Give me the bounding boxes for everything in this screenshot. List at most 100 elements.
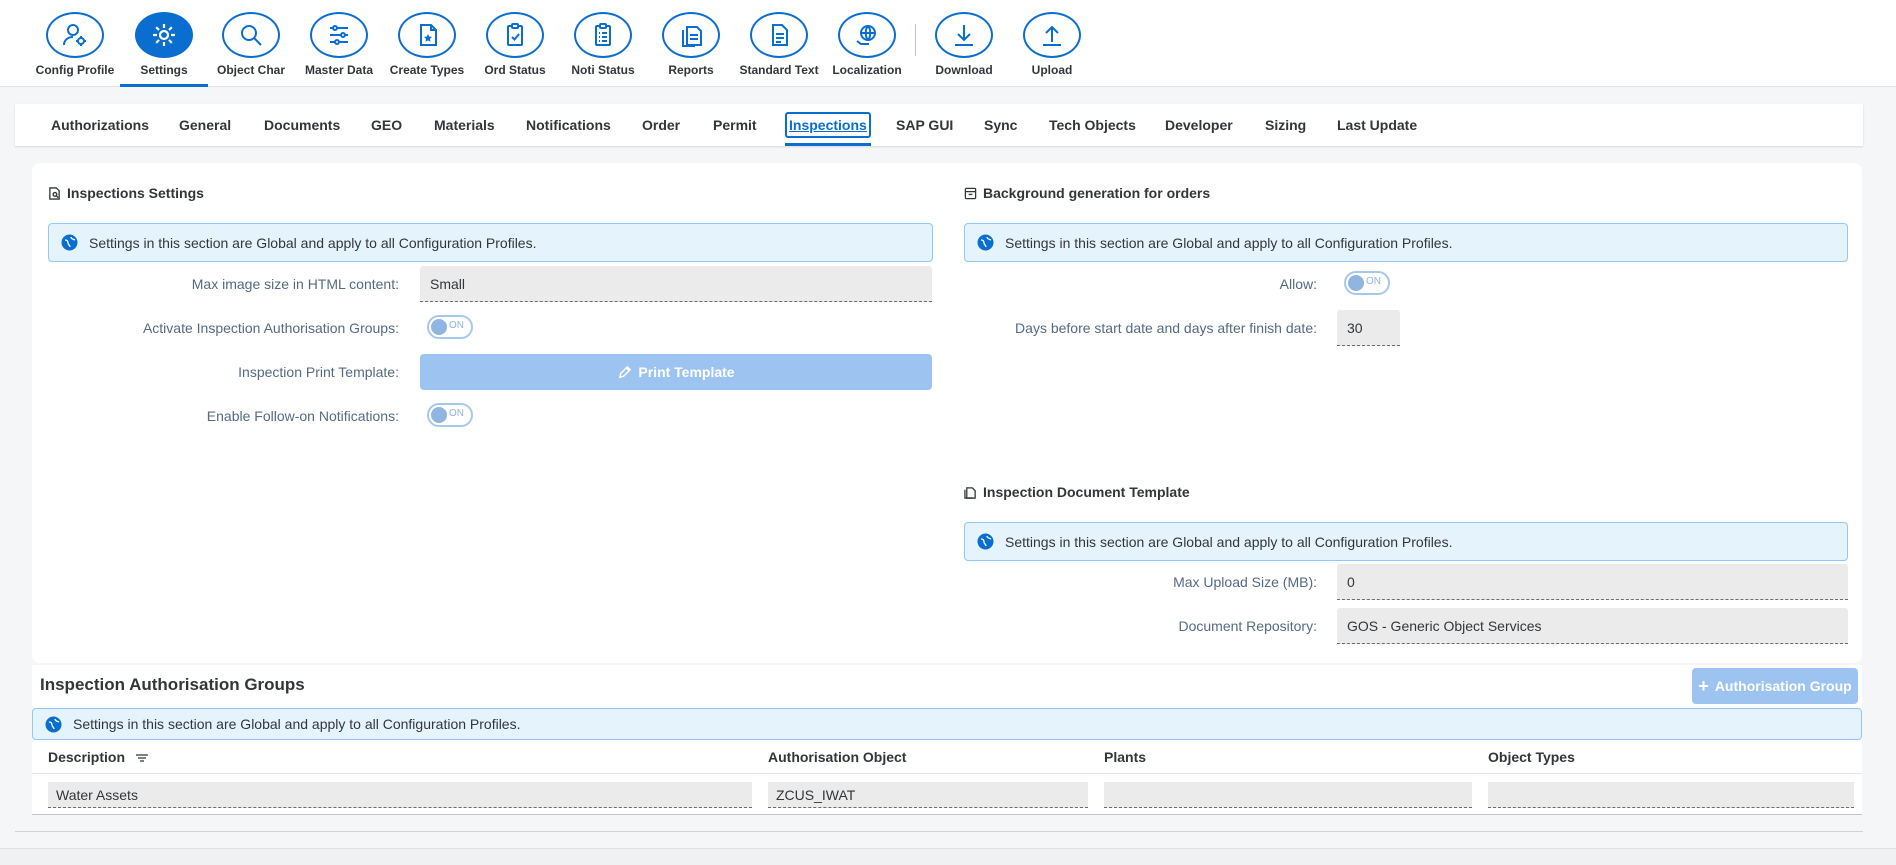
- tab-sizing[interactable]: Sizing: [1265, 104, 1306, 146]
- tab-geo[interactable]: GEO: [371, 104, 402, 146]
- globe-icon: [61, 234, 78, 251]
- max-image-size-label: Max image size in HTML content:: [191, 276, 399, 292]
- download-icon: [935, 12, 993, 58]
- toolbar-label: Noti Status: [571, 63, 635, 77]
- tab-permit[interactable]: Permit: [713, 104, 757, 146]
- search-icon: [222, 12, 280, 58]
- top-toolbar: Config Profile Settings Object Char Mast…: [0, 0, 1896, 87]
- activate-auth-groups-toggle[interactable]: ON: [427, 315, 473, 339]
- days-before-after-input[interactable]: 30: [1337, 310, 1400, 346]
- inspections-settings-title: Inspections Settings: [48, 185, 204, 201]
- toggle-state: ON: [449, 320, 464, 331]
- max-upload-size-label: Max Upload Size (MB):: [1173, 574, 1317, 590]
- toggle-knob: [431, 407, 447, 423]
- message-text: Settings in this section are Global and …: [1005, 533, 1453, 550]
- tab-sap-gui[interactable]: SAP GUI: [896, 104, 953, 146]
- toolbar-label: Upload: [1031, 63, 1073, 77]
- tab-label: Documents: [264, 117, 341, 133]
- add-authorisation-group-button[interactable]: + Authorisation Group: [1692, 668, 1858, 704]
- message-text: Settings in this section are Global and …: [89, 234, 537, 251]
- global-info-message: Settings in this section are Global and …: [964, 223, 1848, 262]
- section-title-text: Background generation for orders: [983, 185, 1211, 201]
- column-header-plants[interactable]: Plants: [1104, 749, 1146, 765]
- sort-icon: [135, 754, 148, 762]
- background-job-icon: [964, 187, 977, 199]
- tab-last-update[interactable]: Last Update: [1337, 104, 1417, 146]
- document-repository-label: Document Repository:: [1178, 618, 1317, 634]
- tab-tech-objects[interactable]: Tech Objects: [1049, 104, 1136, 146]
- tab-notifications[interactable]: Notifications: [526, 104, 611, 146]
- toolbar-label: Config Profile: [35, 63, 115, 77]
- max-image-size-select[interactable]: Small: [420, 266, 932, 302]
- print-template-button[interactable]: Print Template: [420, 354, 932, 390]
- tab-label: General: [179, 117, 232, 133]
- table-row-divider: [32, 814, 1862, 815]
- follow-on-notifications-toggle[interactable]: ON: [427, 403, 473, 427]
- tab-sync[interactable]: Sync: [984, 104, 1017, 146]
- tab-general[interactable]: General: [179, 104, 231, 146]
- plants-input[interactable]: [1104, 782, 1472, 808]
- message-text: Settings in this section are Global and …: [1005, 234, 1453, 251]
- toolbar-object-char-button[interactable]: Object Char: [207, 12, 295, 87]
- toolbar-label: Object Char: [216, 63, 285, 77]
- section-title-text: Inspection Document Template: [983, 484, 1190, 500]
- user-settings-icon: [46, 12, 104, 58]
- toolbar-standard-text-button[interactable]: Standard Text: [735, 12, 823, 87]
- toggle-state: ON: [1366, 276, 1381, 287]
- footer-divider: [15, 831, 1863, 832]
- tab-label: Authorizations: [51, 117, 149, 133]
- add-authorisation-group-label: Authorisation Group: [1714, 678, 1852, 694]
- toolbar-noti-status-button[interactable]: Noti Status: [559, 12, 647, 87]
- tab-documents[interactable]: Documents: [264, 104, 340, 146]
- description-input[interactable]: Water Assets: [48, 782, 752, 808]
- tab-inspections[interactable]: Inspections: [785, 104, 871, 146]
- tab-label: Sizing: [1265, 117, 1307, 133]
- settings-panel: Inspections Settings Settings in this se…: [32, 163, 1862, 663]
- auth-object-input[interactable]: ZCUS_IWAT: [768, 782, 1088, 808]
- tab-label: Inspections: [785, 112, 871, 138]
- toolbar-label: Localization: [832, 63, 902, 77]
- tab-label: Materials: [434, 117, 495, 133]
- toolbar-upload-button[interactable]: Upload: [1008, 12, 1096, 87]
- toolbar-config-profile-button[interactable]: Config Profile: [31, 12, 119, 87]
- toolbar-reports-button[interactable]: Reports: [647, 12, 735, 87]
- allow-toggle[interactable]: ON: [1344, 271, 1390, 295]
- column-header-object-types[interactable]: Object Types: [1488, 749, 1575, 765]
- tab-label: Tech Objects: [1049, 117, 1136, 133]
- toolbar-label: Standard Text: [739, 63, 819, 77]
- global-info-message: Settings in this section are Global and …: [48, 223, 933, 262]
- section-title-text: Inspections Settings: [67, 185, 204, 201]
- global-info-message: Settings in this section are Global and …: [32, 708, 1862, 740]
- auth-groups-title: Inspection Authorisation Groups: [40, 675, 305, 694]
- activate-auth-groups-label: Activate Inspection Authorisation Groups…: [142, 320, 399, 336]
- toolbar-master-data-button[interactable]: Master Data: [295, 12, 383, 87]
- tab-label: Permit: [713, 117, 757, 133]
- document-repository-select[interactable]: GOS - Generic Object Services: [1337, 608, 1848, 644]
- document-text-icon: [750, 12, 808, 58]
- tab-label: Sync: [984, 117, 1018, 133]
- tab-materials[interactable]: Materials: [434, 104, 495, 146]
- tab-order[interactable]: Order: [642, 104, 680, 146]
- follow-on-notifications-label: Enable Follow-on Notifications:: [206, 408, 399, 424]
- message-text: Settings in this section are Global and …: [73, 716, 521, 732]
- toolbar-localization-button[interactable]: Localization: [823, 12, 911, 87]
- toggle-state: ON: [449, 408, 464, 419]
- tab-developer[interactable]: Developer: [1165, 104, 1233, 146]
- toolbar-ord-status-button[interactable]: Ord Status: [471, 12, 559, 87]
- column-header-description[interactable]: Description: [48, 749, 149, 765]
- toolbar-download-button[interactable]: Download: [920, 12, 1008, 87]
- max-upload-size-input[interactable]: 0: [1337, 564, 1848, 600]
- auth-groups-section: Inspection Authorisation Groups + Author…: [32, 665, 1862, 815]
- toolbar-label: Ord Status: [484, 63, 546, 77]
- toolbar-settings-button[interactable]: Settings: [120, 12, 208, 87]
- table-header-divider: [32, 773, 1862, 774]
- toolbar-label: Master Data: [304, 63, 374, 77]
- tab-label: Developer: [1165, 117, 1233, 133]
- toolbar-create-types-button[interactable]: Create Types: [383, 12, 471, 87]
- globe-icon: [977, 533, 994, 550]
- object-types-input[interactable]: [1488, 782, 1854, 808]
- sliders-icon: [310, 12, 368, 58]
- column-header-label: Description: [48, 749, 126, 765]
- tab-authorizations[interactable]: Authorizations: [51, 104, 149, 146]
- column-header-auth-object[interactable]: Authorisation Object: [768, 749, 906, 765]
